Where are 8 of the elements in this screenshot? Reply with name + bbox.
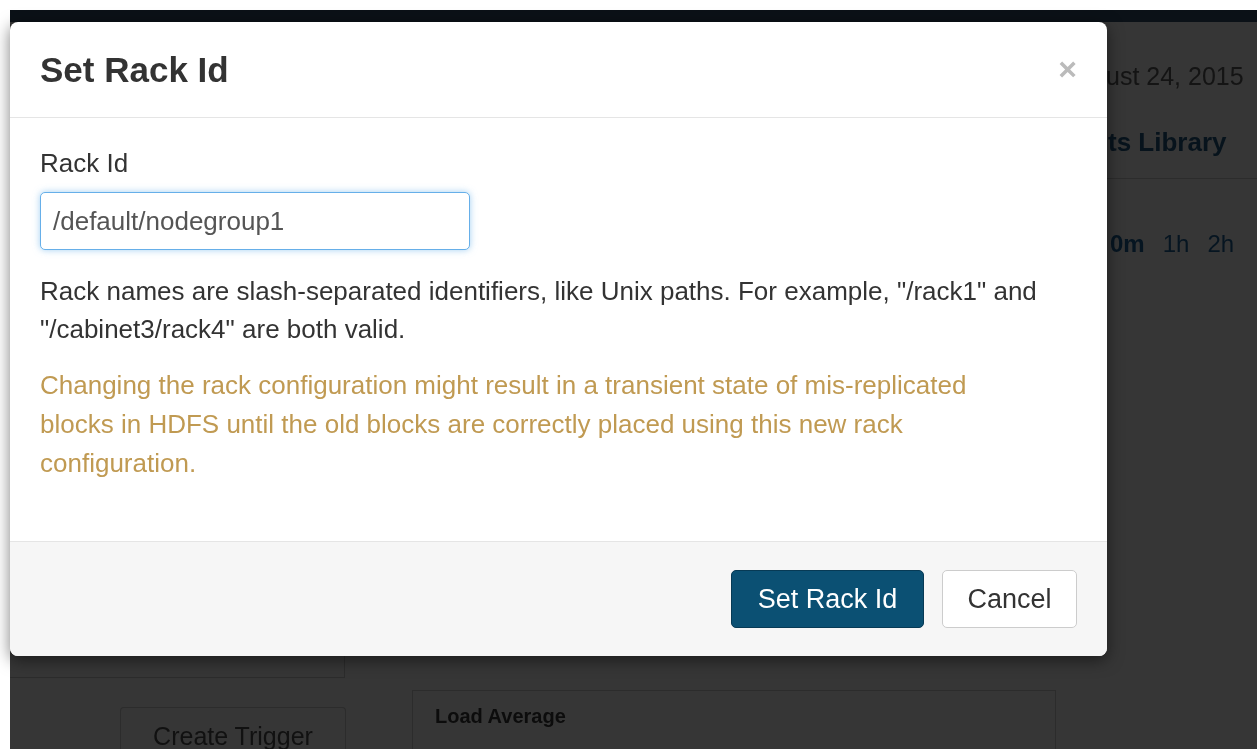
field-label: Rack Id <box>40 148 129 178</box>
rack-id-field[interactable]: /default/nodegroup1 <box>40 192 470 250</box>
dialog-title: Set Rack Id <box>40 49 229 90</box>
help-text: Rack names are slash-separated identifiers, like Unix paths. For example, "/rack1" and "/cabinet3/rack4" are both valid. <box>40 275 1038 346</box>
warning-text: Changing the rack configuration might result in a transient state of mis-replicated blocks in HDFS until the old blocks are correctly placed using this new rack configuration. <box>40 369 968 480</box>
cancel-button[interactable]: Cancel <box>942 570 1077 628</box>
set-rack-id-button[interactable]: Set Rack Id <box>731 570 924 628</box>
close-button[interactable]: × <box>1058 51 1077 88</box>
